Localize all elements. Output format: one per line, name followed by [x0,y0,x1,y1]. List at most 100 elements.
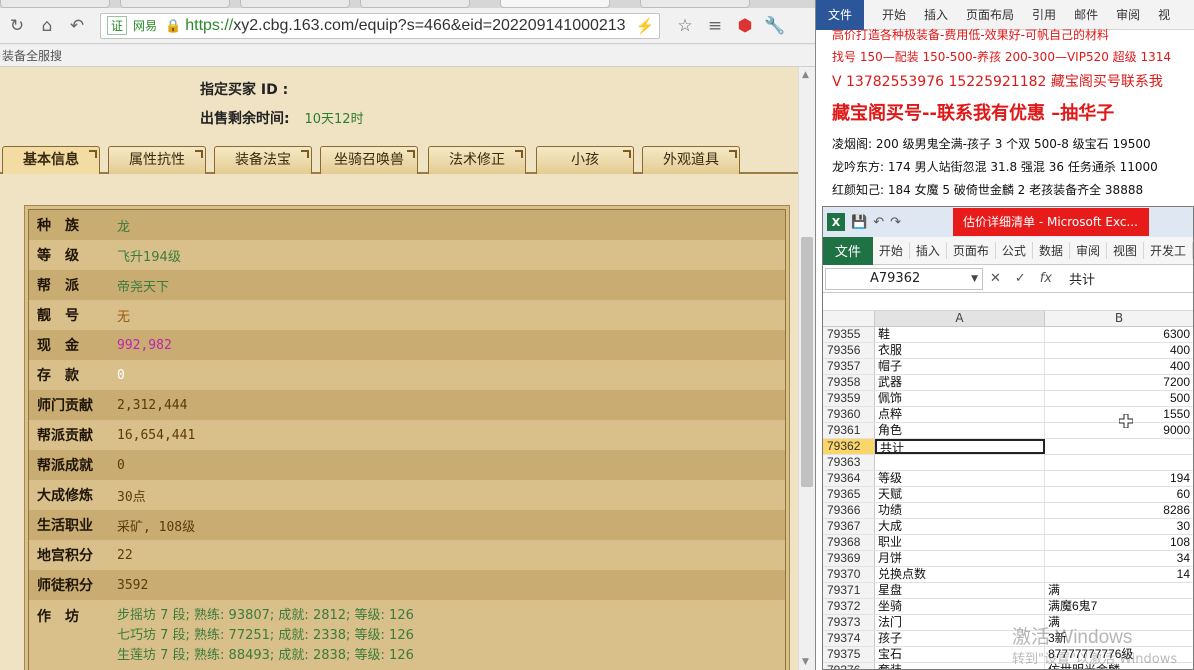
browser-tab[interactable] [240,0,350,8]
cell-b[interactable]: 30 [1045,519,1193,534]
browser-tab[interactable] [120,0,230,8]
select-all-corner[interactable] [823,311,875,326]
tab-mounts-pets[interactable]: 坐骑召唤兽 [320,146,418,174]
cell-a[interactable]: 衣服 [875,343,1045,358]
certificate-icon[interactable]: 证 [107,16,128,35]
formula-input[interactable]: 共计 [1059,269,1095,288]
tab-basic-info[interactable]: 基本信息 [2,146,100,174]
word-tab-review[interactable]: 审阅 [1116,6,1140,23]
excel-tab-data[interactable]: 数据 [1033,242,1070,259]
cell-a[interactable]: 职业 [875,535,1045,550]
cell-b[interactable]: 500 [1045,391,1193,406]
cell-b[interactable]: 400 [1045,343,1193,358]
cell-a[interactable]: 大成 [875,519,1045,534]
row-number[interactable]: 79355 [823,327,875,342]
row-number[interactable]: 79371 [823,583,875,598]
selected-cell[interactable]: 共计 [875,439,1045,454]
tab-spells[interactable]: 法术修正 [428,146,526,174]
menu-icon[interactable]: ≡ [702,13,728,39]
row-number[interactable]: 79373 [823,615,875,630]
row-number[interactable]: 79376 [823,663,875,669]
cell-a[interactable]: 点粹 [875,407,1045,422]
row-number[interactable]: 79365 [823,487,875,502]
cell-a[interactable]: 鞋 [875,327,1045,342]
cell-a[interactable]: 武器 [875,375,1045,390]
excel-tab-review[interactable]: 审阅 [1070,242,1107,259]
home-icon[interactable]: ⌂ [34,13,60,39]
row-number[interactable]: 79364 [823,471,875,486]
row-number[interactable]: 79356 [823,343,875,358]
cell-a[interactable]: 帽子 [875,359,1045,374]
wrench-icon[interactable]: 🔧 [762,13,788,39]
tab-child[interactable]: 小孩 [536,146,634,174]
excel-tab-view[interactable]: 视图 [1107,242,1144,259]
check-icon[interactable]: ✓ [1015,271,1026,286]
redo-icon[interactable]: ↷ [890,215,901,230]
word-tab-mailings[interactable]: 邮件 [1074,6,1098,23]
row-number[interactable]: 79359 [823,391,875,406]
browser-tab[interactable] [640,0,750,8]
gamepad-icon[interactable]: ⬢ [732,13,758,39]
word-tab-home[interactable]: 开始 [882,6,906,23]
cell-a[interactable]: 等级 [875,471,1045,486]
tab-attributes[interactable]: 属性抗性 [108,146,206,174]
cell-b[interactable]: 6300 [1045,327,1193,342]
excel-tab-layout[interactable]: 页面布 [947,242,996,259]
row-number[interactable]: 79358 [823,375,875,390]
excel-tab-developer[interactable]: 开发工 [1144,242,1193,259]
scroll-up-icon[interactable]: ▲ [802,70,809,80]
excel-tab-home[interactable]: 开始 [873,242,910,259]
browser-tab[interactable] [360,0,470,8]
row-number[interactable]: 79369 [823,551,875,566]
row-number[interactable]: 79375 [823,647,875,662]
browser-tab[interactable] [0,0,110,8]
cell-b[interactable]: 34 [1045,551,1193,566]
browser-tab-active[interactable] [500,0,610,8]
row-number[interactable]: 79360 [823,407,875,422]
cell-a[interactable]: 星盘 [875,583,1045,598]
sheet-grid[interactable]: 79355 鞋 6300 79356 衣服 400 79357 帽子 400 79358 武器 720… [823,327,1193,669]
row-number[interactable]: 79357 [823,359,875,374]
tab-appearance[interactable]: 外观道具 [642,146,740,174]
row-number[interactable]: 79370 [823,567,875,582]
cell-b[interactable] [1045,455,1193,470]
page-scrollbar[interactable]: ▲ ▼ [798,67,815,670]
cell-b[interactable]: 7200 [1045,375,1193,390]
reload-icon[interactable]: ↻ [4,13,30,39]
cell-a[interactable] [875,455,1045,470]
column-header-a[interactable]: A [875,311,1045,326]
cell-b[interactable]: 400 [1045,359,1193,374]
chevron-down-icon[interactable]: ▼ [971,269,978,289]
cell-a[interactable]: 天赋 [875,487,1045,502]
scrollbar-thumb[interactable] [801,237,813,487]
fx-icon[interactable]: fx [1040,271,1052,286]
cell-a[interactable]: 角色 [875,423,1045,438]
cell-a[interactable]: 月饼 [875,551,1045,566]
cell-b[interactable]: 满 [1045,583,1193,598]
save-icon[interactable]: 💾 [851,215,867,230]
scroll-down-icon[interactable]: ▼ [802,657,809,667]
back-icon[interactable]: ↶ [64,13,90,39]
undo-icon[interactable]: ↶ [873,215,884,230]
excel-tab-insert[interactable]: 插入 [910,242,947,259]
word-tab-view[interactable]: 视 [1158,6,1170,23]
row-number[interactable]: 79368 [823,535,875,550]
name-box[interactable]: A79362 ▼ [825,267,983,290]
row-number[interactable]: 79374 [823,631,875,646]
cell-a[interactable]: 佩饰 [875,391,1045,406]
star-icon[interactable]: ☆ [672,13,698,39]
excel-tab-formulas[interactable]: 公式 [996,242,1033,259]
word-tab-insert[interactable]: 插入 [924,6,948,23]
lightning-icon[interactable]: ⚡ [636,17,655,35]
word-document[interactable]: 高价打造各种极装备-费用低-效果好-可帆自己的材料 找号 150—配装 150-… [816,26,1194,198]
word-tab-layout[interactable]: 页面布局 [966,6,1014,23]
word-tab-references[interactable]: 引用 [1032,6,1056,23]
row-number[interactable]: 79362 [823,439,875,454]
cell-b[interactable]: 14 [1045,567,1193,582]
cell-a[interactable]: 兑换点数 [875,567,1045,582]
column-header-b[interactable]: B [1045,311,1193,326]
cell-a[interactable]: 坐骑 [875,599,1045,614]
cell-b[interactable]: 满魔6鬼7 [1045,599,1193,614]
cell-b[interactable]: 194 [1045,471,1193,486]
cell-b[interactable]: 108 [1045,535,1193,550]
